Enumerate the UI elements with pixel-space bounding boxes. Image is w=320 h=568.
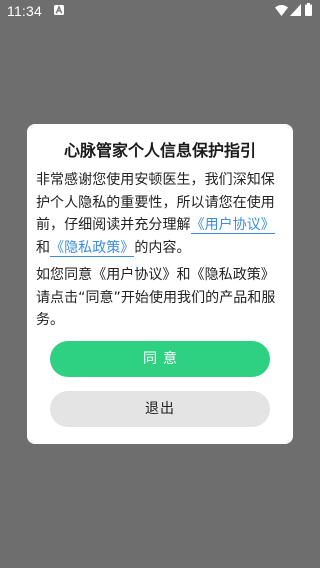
wifi-icon (275, 5, 288, 16)
privacy-policy-link[interactable]: 《隐私政策》 (50, 239, 135, 257)
status-time: 11:34 (7, 3, 42, 19)
dialog-title: 心脉管家个人信息保护指引 (63, 141, 256, 160)
conjunction-text: 和 (36, 239, 51, 256)
signal-icon (290, 4, 301, 16)
content-suffix-text: 的内容。 (134, 239, 191, 256)
notification-a-icon (54, 5, 64, 15)
privacy-dialog: 心脉管家个人信息保护指引 非常感谢您使用安顿医生，我们深知保护个人隐私的重要性，… (27, 124, 293, 444)
consent-instruction-paragraph: 如您同意《用户协议》和《隐私政策》请点击“同意”开始使用我们的产品和服务。 (36, 267, 276, 328)
agree-button[interactable]: 同意 (50, 341, 270, 377)
battery-icon (305, 3, 312, 16)
status-bar: 11:34 (0, 0, 320, 24)
privacy-intro-paragraph: 非常感谢您使用安顿医生，我们深知保护个人隐私的重要性，所以请您在使用前，仔细阅读… (36, 169, 286, 259)
user-agreement-link[interactable]: 《用户协议》 (190, 217, 275, 234)
exit-button[interactable]: 退出 (50, 391, 270, 427)
